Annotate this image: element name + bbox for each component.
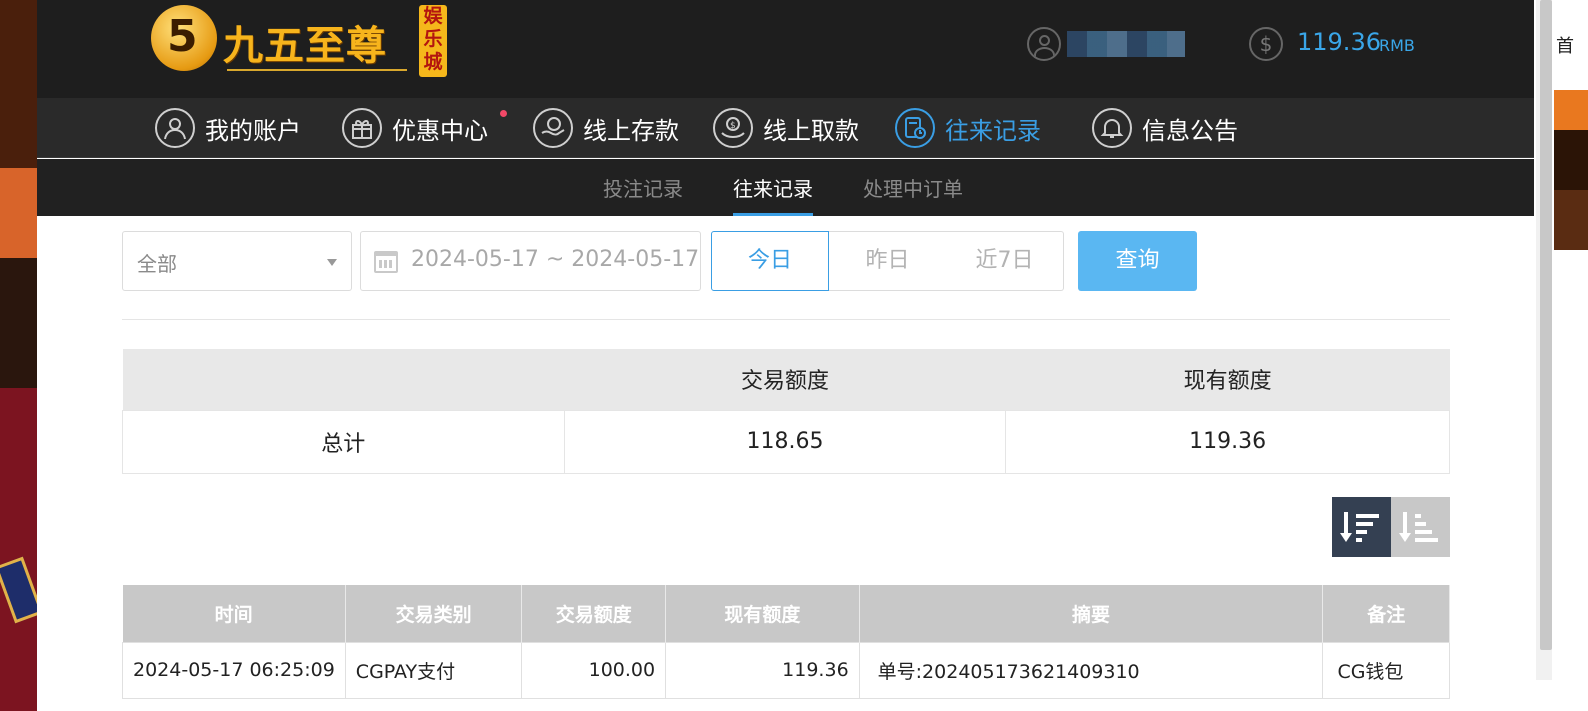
summary-label: 总计 (122, 409, 565, 474)
type-select[interactable]: 全部 (122, 231, 352, 291)
last-7-days-button[interactable]: 近7日 (946, 231, 1064, 291)
withdraw-icon: $ (713, 108, 753, 148)
right-edge: 首 (1534, 0, 1588, 711)
sub-tabs: 投注记录 往来记录 处理中订单 (37, 159, 1534, 216)
sort-asc-button[interactable] (1391, 497, 1450, 557)
adjacent-page-text: 首 (1556, 36, 1574, 57)
summary-table: 交易额度 现有额度 总计 118.65 119.36 (122, 349, 1450, 474)
scrollbar-thumb[interactable] (1540, 0, 1552, 650)
notification-dot (500, 110, 507, 117)
today-button[interactable]: 今日 (711, 231, 829, 291)
deposit-icon (533, 108, 573, 148)
username-redacted (1067, 31, 1185, 57)
table-row: 2024-05-17 06:25:09 CGPAY支付 100.00 119.3… (122, 641, 1450, 699)
balance-display: $ 119.36 RMB (1249, 26, 1469, 62)
top-header: 5 九五至尊 娱乐城 $ 119.36 RMB (37, 0, 1534, 98)
date-range-value: 2024-05-17 ~ 2024-05-17 (411, 247, 700, 272)
column-header-current: 现有额度 (665, 585, 860, 642)
nav-announcements[interactable]: 信息公告 (1092, 108, 1238, 148)
logo-ornament-line (227, 69, 407, 75)
nav-label: 线上存款 (583, 116, 679, 145)
cell-time: 2024-05-17 06:25:09 (122, 641, 346, 699)
gift-icon (342, 108, 382, 148)
nav-my-account[interactable]: 我的账户 (155, 108, 301, 148)
records-page: 5 九五至尊 娱乐城 $ 119.36 RMB 我的账户 优惠中心 线上存款 $… (37, 0, 1534, 711)
bell-icon (1092, 108, 1132, 148)
user-icon (155, 108, 195, 148)
cell-note: CG钱包 (1322, 641, 1450, 699)
cell-amount: 100.00 (521, 641, 667, 699)
records-header-row: 时间 交易类别 交易额度 现有额度 摘要 备注 (122, 585, 1450, 642)
summary-header (122, 349, 565, 410)
nav-label: 我的账户 (205, 116, 301, 145)
column-header-note: 备注 (1322, 585, 1450, 642)
sort-descending-icon (1339, 512, 1379, 542)
divider (122, 319, 1450, 320)
logo-badge: 娱乐城 (419, 5, 447, 77)
nav-records[interactable]: 往来记录 (895, 108, 1041, 148)
records-table: 时间 交易类别 交易额度 现有额度 摘要 备注 2024-05-17 06:25… (122, 585, 1450, 699)
balance-value: 119.36 (1297, 28, 1381, 56)
calendar-icon (374, 251, 398, 273)
cell-current: 119.36 (665, 641, 860, 699)
logo-emblem: 5 (151, 5, 217, 71)
date-range-picker[interactable]: 2024-05-17 ~ 2024-05-17 (360, 231, 701, 291)
summary-header: 交易额度 (564, 349, 1006, 410)
column-header-summary: 摘要 (859, 585, 1324, 642)
yesterday-button[interactable]: 昨日 (829, 231, 947, 291)
column-header-amount: 交易额度 (521, 585, 667, 642)
nav-withdraw[interactable]: $ 线上取款 (713, 108, 859, 148)
background-left-edge (0, 0, 37, 711)
nav-label: 信息公告 (1142, 116, 1238, 145)
tab-bet-records[interactable]: 投注记录 (603, 173, 683, 202)
summary-current-amount: 119.36 (1005, 409, 1450, 474)
query-button[interactable]: 查询 (1078, 231, 1197, 291)
main-nav: 我的账户 优惠中心 线上存款 $ 线上取款 往来记录 信息公告 (37, 98, 1534, 158)
summary-header: 现有额度 (1005, 349, 1450, 410)
logo-text: 九五至尊 (223, 22, 387, 69)
column-header-type: 交易类别 (345, 585, 523, 642)
balance-unit: RMB (1379, 36, 1415, 55)
svg-text:$: $ (730, 121, 736, 131)
cell-type: CGPAY支付 (344, 641, 523, 699)
type-select-value: 全部 (137, 252, 177, 276)
vertical-scrollbar[interactable] (1536, 0, 1552, 680)
user-circle-icon (1027, 27, 1061, 61)
caret-down-icon (327, 259, 337, 266)
summary-row: 总计 118.65 119.36 (122, 409, 1450, 474)
sort-ascending-icon (1398, 512, 1438, 542)
records-icon (895, 108, 935, 148)
dollar-coin-icon: $ (1249, 27, 1283, 61)
nav-label: 线上取款 (763, 116, 859, 145)
sort-toggle (1332, 497, 1450, 557)
nav-deposit[interactable]: 线上存款 (533, 108, 679, 148)
adjacent-page-edge (1554, 0, 1588, 711)
tab-pending-orders[interactable]: 处理中订单 (863, 173, 963, 202)
site-logo[interactable]: 5 九五至尊 娱乐城 (151, 5, 451, 83)
summary-trade-amount: 118.65 (563, 409, 1007, 474)
nav-label: 优惠中心 (392, 116, 488, 145)
nav-promotions[interactable]: 优惠中心 (342, 108, 507, 148)
column-header-time: 时间 (122, 585, 346, 642)
summary-header-row: 交易额度 现有额度 (122, 349, 1450, 410)
user-info[interactable] (1027, 26, 1227, 62)
cell-summary: 单号:202405173621409310 (858, 641, 1324, 699)
sort-desc-button[interactable] (1332, 497, 1391, 557)
tab-transaction-records[interactable]: 往来记录 (733, 173, 813, 216)
nav-label: 往来记录 (945, 116, 1041, 145)
